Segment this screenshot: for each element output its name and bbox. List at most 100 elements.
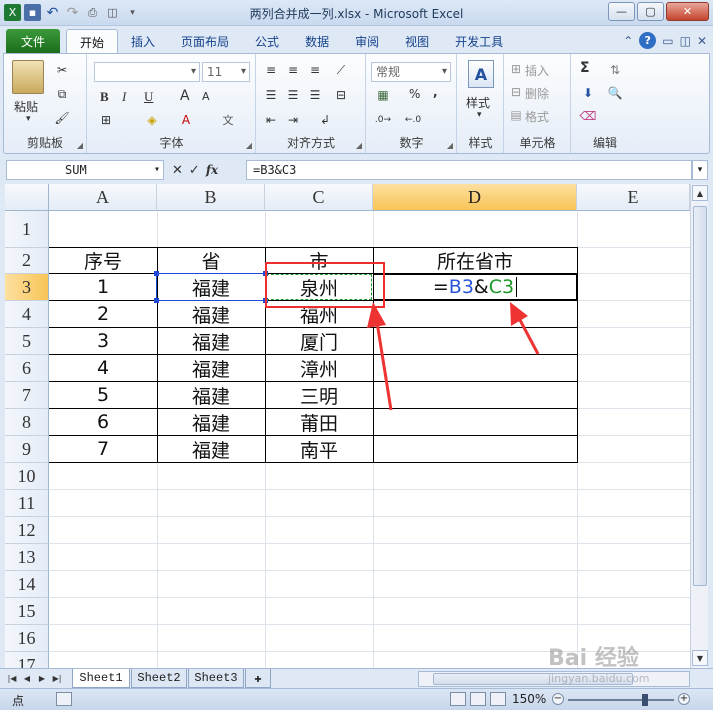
macro-record-icon[interactable] <box>56 692 72 706</box>
format-painter-icon[interactable]: 🖌 <box>54 110 70 126</box>
doc-close-icon[interactable]: ✕ <box>697 34 707 48</box>
underline-button[interactable]: U <box>144 89 153 105</box>
tab-view[interactable]: 视图 <box>392 29 442 54</box>
zoom-in-icon[interactable]: + <box>678 693 690 705</box>
scroll-up-icon[interactable]: ▲ <box>692 185 708 201</box>
sort-filter-icon[interactable]: ⇅ <box>606 62 624 78</box>
font-color-icon[interactable]: A <box>178 112 194 128</box>
bold-button[interactable]: B <box>100 89 109 105</box>
percent-button[interactable]: % <box>409 87 420 101</box>
minimize-button[interactable]: — <box>608 2 635 21</box>
ribbon-home: 粘贴 ▾ ✂ ⧉ 🖌 剪贴板 ◢ 11 B I U A A ⊞ ◈ A 文 字体… <box>3 53 710 154</box>
number-format-combo[interactable]: 常规 <box>371 62 451 82</box>
fill-icon[interactable]: ⬇ <box>580 85 596 101</box>
zoom-track[interactable] <box>568 699 674 701</box>
insert-function-icon[interactable]: fx <box>206 163 218 177</box>
doc-restore-icon[interactable]: ◫ <box>680 34 691 48</box>
font-launcher-icon[interactable]: ◢ <box>246 141 252 150</box>
expand-formula-bar-icon[interactable]: ▾ <box>692 160 708 180</box>
tab-developer[interactable]: 开发工具 <box>442 29 516 54</box>
cut-icon[interactable]: ✂ <box>54 62 70 78</box>
tab-insert[interactable]: 插入 <box>118 29 168 54</box>
italic-button[interactable]: I <box>122 89 126 105</box>
grow-font-button[interactable]: A <box>180 88 190 104</box>
insert-cells-button[interactable]: 插入 <box>525 62 549 79</box>
zoom-slider[interactable]: − + <box>552 693 692 706</box>
formula-enter-icon[interactable]: ✓ <box>189 163 200 178</box>
format-cells-icon[interactable]: ▤ <box>509 108 523 122</box>
formula-input[interactable]: =B3&C3 <box>246 160 692 180</box>
align-center-icon[interactable]: ☰ <box>285 87 301 103</box>
align-left-icon[interactable]: ☰ <box>263 87 279 103</box>
currency-icon[interactable]: ▦ <box>373 87 393 103</box>
formula-cancel-icon[interactable]: ✕ <box>172 163 183 178</box>
format-cells-button[interactable]: 格式 <box>525 108 549 125</box>
scroll-down-icon[interactable]: ▼ <box>692 650 708 666</box>
styles-dropdown-icon[interactable]: ▾ <box>477 110 482 120</box>
worksheet-grid[interactable]: A B C D E 1 2 3 4 5 6 7 8 9 10 11 12 13 … <box>5 184 690 668</box>
delete-cells-button[interactable]: 删除 <box>525 85 549 102</box>
insert-cells-icon[interactable]: ⊞ <box>509 62 523 76</box>
align-bottom-icon[interactable]: ≡ <box>307 62 323 78</box>
font-name-combo[interactable] <box>94 62 200 82</box>
clear-icon[interactable]: ⌫ <box>580 108 597 124</box>
orientation-icon[interactable]: ⟋ <box>333 62 349 78</box>
vertical-scroll-thumb[interactable] <box>693 206 707 586</box>
find-select-icon[interactable]: 🔍 <box>606 85 624 101</box>
page-layout-view-icon[interactable] <box>470 692 486 706</box>
decrease-decimal-icon[interactable]: ←.0 <box>403 112 423 128</box>
align-top-icon[interactable]: ≡ <box>263 62 279 78</box>
paste-label[interactable]: 粘贴 <box>14 98 38 115</box>
align-right-icon[interactable]: ☰ <box>307 87 323 103</box>
decrease-indent-icon[interactable]: ⇤ <box>263 112 279 128</box>
paste-icon[interactable] <box>12 60 44 94</box>
sheet-tab-sheet3[interactable]: Sheet3 <box>188 669 244 688</box>
paste-dropdown-icon[interactable]: ▾ <box>26 114 31 124</box>
sheet-tab-sheet2[interactable]: Sheet2 <box>131 669 187 688</box>
tab-data[interactable]: 数据 <box>292 29 342 54</box>
maximize-button[interactable]: ▢ <box>637 2 664 21</box>
minimize-ribbon-icon[interactable]: ⌃ <box>623 34 633 48</box>
next-sheet-icon[interactable]: ▶ <box>36 672 48 685</box>
phonetic-icon[interactable]: 文 <box>220 112 236 128</box>
tab-home[interactable]: 开始 <box>66 29 119 54</box>
help-icon[interactable]: ? <box>639 32 657 49</box>
number-launcher-icon[interactable]: ◢ <box>447 141 453 150</box>
normal-view-icon[interactable] <box>450 692 466 706</box>
tab-review[interactable]: 审阅 <box>342 29 392 54</box>
close-button[interactable]: ✕ <box>666 2 709 21</box>
styles-button[interactable]: 样式 <box>466 94 490 111</box>
page-break-view-icon[interactable] <box>490 692 506 706</box>
borders-icon[interactable]: ⊞ <box>98 112 114 128</box>
delete-cells-icon[interactable]: ⊟ <box>509 85 523 99</box>
doc-minimize-icon[interactable]: ▭ <box>662 34 673 48</box>
vertical-scrollbar[interactable]: ▲ ▼ <box>690 184 708 668</box>
align-middle-icon[interactable]: ≡ <box>285 62 301 78</box>
wrap-text-icon[interactable]: ↲ <box>317 112 333 128</box>
cells-group-label: 单元格 <box>519 136 556 150</box>
fill-color-icon[interactable]: ◈ <box>144 112 160 128</box>
zoom-knob[interactable] <box>642 694 648 706</box>
tab-formulas[interactable]: 公式 <box>242 29 292 54</box>
comma-button[interactable]: , <box>433 85 438 99</box>
styles-icon[interactable]: A <box>468 60 494 88</box>
zoom-out-icon[interactable]: − <box>552 693 564 705</box>
increase-indent-icon[interactable]: ⇥ <box>285 112 301 128</box>
insert-sheet-icon[interactable]: ✚ <box>245 669 271 688</box>
copy-icon[interactable]: ⧉ <box>54 86 70 102</box>
clipboard-launcher-icon[interactable]: ◢ <box>77 141 83 150</box>
tab-page-layout[interactable]: 页面布局 <box>168 29 242 54</box>
merge-center-icon[interactable]: ⊟ <box>333 87 349 103</box>
prev-sheet-icon[interactable]: ◀ <box>21 672 33 685</box>
first-sheet-icon[interactable]: |◀ <box>6 672 18 685</box>
name-box[interactable]: SUM <box>6 160 164 180</box>
alignment-launcher-icon[interactable]: ◢ <box>356 141 362 150</box>
sheet-tab-sheet1[interactable]: Sheet1 <box>72 669 130 688</box>
tab-file[interactable]: 文件 <box>6 29 60 53</box>
shrink-font-button[interactable]: A <box>202 90 210 103</box>
increase-decimal-icon[interactable]: .0→ <box>373 112 393 128</box>
font-size-combo[interactable]: 11 <box>202 62 250 82</box>
autosum-button[interactable]: Σ <box>580 60 590 76</box>
zoom-level[interactable]: 150% <box>512 692 546 706</box>
last-sheet-icon[interactable]: ▶| <box>51 672 63 685</box>
